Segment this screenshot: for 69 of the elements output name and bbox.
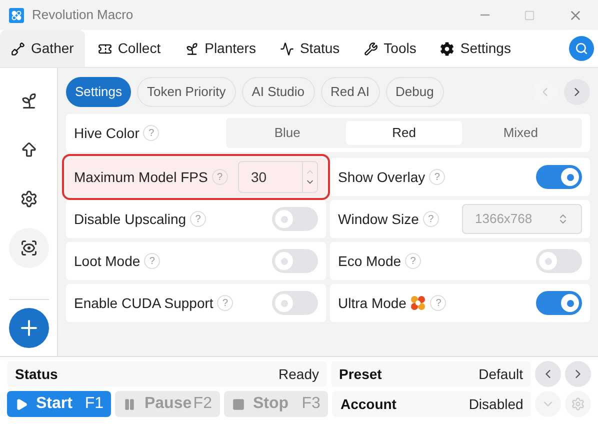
sub-tab[interactable]: Settings [66, 77, 131, 107]
tab-icon [184, 42, 199, 56]
settings-icon [571, 397, 586, 411]
help-icon[interactable]: ? [430, 295, 446, 311]
sprout-icon [20, 92, 38, 110]
field-value: Ready [278, 364, 319, 384]
setting-label: Eco Mode [338, 252, 402, 270]
search-icon [575, 42, 588, 55]
sub-tab[interactable]: Debug [386, 77, 444, 107]
nav-tab[interactable]: Status [268, 30, 351, 67]
arrow-icon [20, 141, 38, 159]
segment-option[interactable]: Red [346, 121, 462, 145]
field-value: Disabled [468, 394, 524, 414]
toggle-switch[interactable] [536, 291, 582, 315]
search-button[interactable] [569, 36, 594, 61]
sub-tab[interactable]: AI Studio [242, 77, 314, 107]
setting-label: Show Overlay [338, 168, 426, 187]
next-button[interactable] [564, 79, 590, 105]
settings-button[interactable] [565, 391, 591, 417]
number-field[interactable]: 30 [238, 161, 318, 193]
help-icon[interactable]: ? [405, 253, 422, 269]
setting-label: Disable Upscaling [74, 210, 186, 229]
help-icon[interactable]: ? [144, 253, 160, 269]
tab-icon [98, 42, 112, 56]
add-button[interactable] [8, 308, 48, 348]
control-button[interactable]: Start F1 [7, 391, 112, 417]
field-value: Default [478, 364, 523, 384]
setting-label: Hive Color [74, 124, 140, 142]
eye-icon [20, 239, 38, 257]
updown-icon [557, 213, 569, 225]
tab-icon [364, 42, 378, 56]
sub-tab[interactable]: Red AI [320, 77, 380, 107]
setting-label: Window Size [338, 210, 419, 228]
sub-tab[interactable]: Token Priority [136, 77, 236, 107]
stop-icon [232, 398, 245, 410]
nav-tab[interactable]: Collect [86, 30, 172, 67]
setting-label: Ultra Mode [338, 294, 406, 312]
help-icon[interactable]: ? [143, 125, 160, 141]
window-title: Revolution Macro [32, 6, 134, 24]
help-icon[interactable]: ? [217, 295, 234, 311]
tab-icon [280, 42, 294, 56]
field-label: Preset [339, 364, 382, 384]
previous-button[interactable] [535, 361, 561, 387]
pause-icon [123, 398, 136, 410]
toggle-switch[interactable] [272, 249, 318, 273]
app-logo-icon [9, 8, 24, 22]
setting-label: Loot Mode [74, 252, 140, 270]
help-icon[interactable]: ? [429, 169, 446, 185]
segment-option[interactable]: Blue [229, 121, 346, 145]
toggle-switch[interactable] [536, 249, 582, 273]
nav-tab[interactable]: Gather [0, 30, 85, 67]
segment-option[interactable]: Mixed [462, 121, 580, 145]
start-icon [15, 398, 28, 410]
field-label: Status [15, 364, 58, 384]
setting-label: Maximum Model FPS [74, 168, 208, 186]
sidebar-item[interactable] [8, 228, 48, 268]
setting-label: Enable CUDA Support [74, 294, 214, 313]
nav-tab[interactable]: Planters [174, 30, 267, 67]
toggle-switch[interactable] [272, 207, 318, 231]
toggle-switch[interactable] [536, 165, 582, 189]
nav-tab[interactable]: Tools [352, 30, 428, 67]
help-icon[interactable]: ? [190, 211, 206, 227]
tab-icon [440, 42, 454, 56]
nav-tab[interactable]: Settings [429, 30, 522, 67]
toggle-switch[interactable] [272, 291, 318, 315]
tab-icon [11, 42, 25, 56]
next-button[interactable] [565, 361, 591, 387]
field-label: Account [340, 394, 396, 414]
gear-icon [20, 190, 38, 208]
